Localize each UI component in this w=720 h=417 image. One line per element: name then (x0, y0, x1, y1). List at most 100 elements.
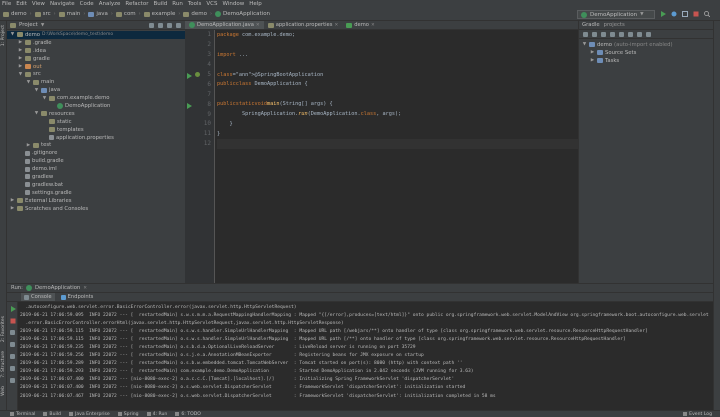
projects-tab[interactable]: projects (604, 22, 625, 28)
collapse-all-icon[interactable] (637, 31, 642, 37)
chevron-right-icon[interactable]: ▶ (10, 198, 15, 203)
chevron-right-icon[interactable]: ▶ (590, 58, 595, 63)
gradle-tree-item[interactable]: ▶ Source Sets (579, 49, 720, 57)
editor-tab[interactable]: demo ✕ (342, 21, 379, 29)
stop-icon[interactable] (10, 318, 16, 324)
tree-item[interactable]: application.properties (7, 134, 185, 142)
menu-item-refactor[interactable]: Refactor (125, 1, 148, 7)
chevron-right-icon[interactable]: ▶ (10, 206, 15, 211)
locate-icon[interactable] (149, 22, 154, 28)
run-gutter-icon[interactable] (187, 103, 192, 109)
pin-icon[interactable] (10, 342, 15, 347)
editor-tab[interactable]: DemoApplication.java ✕ (185, 21, 264, 29)
menu-item-edit[interactable]: Edit (16, 1, 27, 7)
close-icon[interactable]: ✕ (83, 286, 87, 291)
menu-item-navigate[interactable]: Navigate (50, 1, 75, 7)
tree-item[interactable]: settings.gradle (7, 189, 185, 197)
chevron-right-icon[interactable]: ▶ (18, 40, 23, 45)
tree-item[interactable]: static (7, 118, 185, 126)
tree-item[interactable]: ▶ gradle (7, 55, 185, 63)
breadcrumb-item[interactable]: java (88, 11, 108, 17)
tree-item[interactable]: ▼ com.example.demo (7, 94, 185, 102)
close-icon[interactable]: ✕ (334, 23, 338, 28)
refresh-icon[interactable] (583, 31, 588, 37)
status-bar-tab[interactable]: 6: TODO (175, 412, 201, 417)
chevron-down-icon[interactable]: ▼ (582, 42, 587, 47)
favorites-tool-window-button[interactable]: 2: Favorites (1, 316, 6, 342)
chevron-right-icon[interactable]: ▶ (18, 64, 23, 69)
breadcrumb-item[interactable]: com (115, 11, 136, 17)
structure-tool-window-button[interactable]: 7: Structure (1, 351, 6, 378)
menu-item-view[interactable]: View (32, 1, 45, 7)
menu-item-analyze[interactable]: Analyze (99, 1, 121, 7)
chevron-down-icon[interactable]: ▼ (42, 96, 47, 101)
debug-icon[interactable] (671, 11, 677, 17)
tree-item[interactable]: ▶ .idea (7, 47, 185, 55)
close-icon[interactable]: ✕ (371, 23, 375, 28)
remove-icon[interactable] (601, 31, 606, 37)
run-configuration-select[interactable]: DemoApplication ▼ (577, 10, 655, 19)
chevron-down-icon[interactable]: ▼ (10, 32, 15, 37)
breadcrumb-item[interactable]: demo (183, 11, 207, 17)
tree-item[interactable]: templates (7, 126, 185, 134)
menu-item-tools[interactable]: Tools (188, 1, 202, 7)
status-bar-tab[interactable]: Build (43, 412, 61, 417)
search-icon[interactable] (704, 11, 710, 17)
gear-icon[interactable] (646, 31, 651, 37)
project-panel-title[interactable]: Project (19, 22, 38, 28)
web-tool-window-button[interactable]: Web (1, 386, 6, 396)
chevron-down-icon[interactable]: ▼ (41, 23, 44, 28)
tree-item[interactable]: ▶ .gradle (7, 39, 185, 47)
menu-item-file[interactable]: File (2, 1, 11, 7)
menu-item-run[interactable]: Run (172, 1, 183, 7)
clear-all-icon[interactable] (10, 378, 15, 383)
rerun-icon[interactable] (10, 306, 16, 312)
hide-icon[interactable] (176, 22, 181, 28)
breadcrumb-item[interactable]: DemoApplication (214, 11, 270, 17)
gradle-tree-item[interactable]: ▼ demo (auto-import enabled) (579, 41, 720, 49)
run-icon[interactable] (660, 11, 666, 17)
code-area[interactable]: package com.example.demo; import ... class… (217, 30, 578, 283)
gradle-tab[interactable]: Gradle (582, 22, 600, 28)
expand-all-icon[interactable] (628, 31, 633, 37)
breadcrumb-item[interactable]: src (34, 11, 51, 17)
add-icon[interactable] (592, 31, 597, 37)
close-icon[interactable]: ✕ (256, 23, 260, 28)
tree-item[interactable]: DemoApplication (7, 102, 185, 110)
gear-icon[interactable] (167, 22, 172, 28)
editor-tab[interactable]: application.properties ✕ (264, 21, 343, 29)
stop-icon[interactable] (693, 11, 699, 17)
chevron-right-icon[interactable]: ▶ (18, 56, 23, 61)
console-output[interactable]: .autoconfigure.web.servlet.error.BasicEr… (20, 303, 713, 411)
status-bar-tab[interactable]: 4: Run (146, 412, 167, 417)
execute-task-icon[interactable] (610, 31, 615, 37)
chevron-down-icon[interactable]: ▼ (34, 88, 39, 93)
tree-item[interactable]: ▼ demo D:\WorkSpace\demo_test\demo (7, 31, 185, 39)
tree-item[interactable]: demo.iml (7, 165, 185, 173)
tree-item[interactable]: ▶ out (7, 63, 185, 71)
run-config-tab[interactable]: DemoApplication (35, 285, 80, 291)
console-tab[interactable]: Console (21, 293, 55, 301)
status-bar-tab[interactable]: Event Log (683, 412, 712, 417)
scroll-to-end-icon[interactable] (10, 354, 15, 359)
menu-item-window[interactable]: Window (223, 1, 245, 7)
breadcrumb-item[interactable]: example (143, 11, 175, 17)
menu-item-code[interactable]: Code (80, 1, 94, 7)
breadcrumb-item[interactable]: demo (3, 11, 27, 17)
breadcrumb-item[interactable]: main (58, 11, 80, 17)
tree-item[interactable]: ▼ src (7, 70, 185, 78)
tree-item[interactable]: ▶ test (7, 141, 185, 149)
status-bar-tab[interactable]: Terminal (10, 412, 35, 417)
status-bar-tab[interactable]: Java Enterprise (68, 412, 110, 417)
tree-item[interactable]: .gitignore (7, 149, 185, 157)
menu-item-help[interactable]: Help (249, 1, 262, 7)
print-icon[interactable] (10, 366, 15, 371)
tree-item[interactable]: ▶ Scratches and Consoles (7, 205, 185, 213)
tree-item[interactable]: ▶ External Libraries (7, 197, 185, 205)
collapse-all-icon[interactable] (158, 22, 163, 28)
project-tool-window-button[interactable]: 1: Project (1, 25, 6, 46)
chevron-down-icon[interactable]: ▼ (34, 111, 39, 116)
tree-item[interactable]: gradlew (7, 173, 185, 181)
tree-item[interactable]: gradlew.bat (7, 181, 185, 189)
tree-item[interactable]: ▼ main (7, 78, 185, 86)
